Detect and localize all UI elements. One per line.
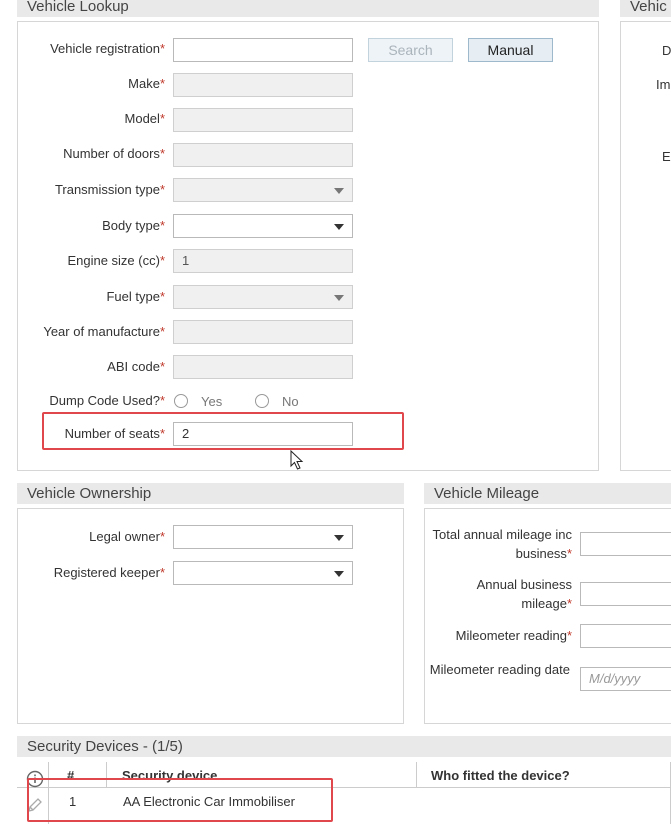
- doors-label: Number of doors*: [63, 146, 165, 161]
- doors-input[interactable]: [173, 143, 353, 167]
- transmission-select[interactable]: [173, 178, 353, 202]
- engine-size-input[interactable]: 1: [173, 249, 353, 273]
- year-label: Year of manufacture*: [43, 324, 165, 339]
- total-annual-mileage-label: Total annual mileage inc business*: [432, 527, 572, 561]
- abi-code-input[interactable]: [173, 355, 353, 379]
- right-fragment-label: Im: [656, 77, 671, 92]
- security-row-highlight: [27, 778, 333, 822]
- search-button[interactable]: Search: [368, 38, 453, 62]
- model-input[interactable]: [173, 108, 353, 132]
- annual-business-mileage-label: Annual business mileage*: [476, 577, 572, 611]
- section-title: Vehicle Mileage: [434, 485, 540, 502]
- fuel-type-select[interactable]: [173, 285, 353, 309]
- mouse-cursor-icon: [290, 450, 304, 470]
- manual-button[interactable]: Manual: [468, 38, 553, 62]
- total-annual-mileage-input[interactable]: [580, 532, 671, 556]
- fuel-type-label: Fuel type*: [106, 289, 165, 304]
- section-title: Vehic: [630, 0, 667, 15]
- transmission-label: Transmission type*: [54, 182, 165, 197]
- mileometer-date-input[interactable]: M/d/yyyy: [580, 667, 671, 691]
- make-input[interactable]: [173, 73, 353, 97]
- legal-owner-label: Legal owner*: [89, 529, 165, 544]
- make-label: Make*: [128, 76, 165, 91]
- mileometer-reading-label: Mileometer reading*: [455, 628, 572, 643]
- dump-no-label: No: [282, 394, 299, 409]
- dump-yes-label: Yes: [201, 394, 223, 409]
- mileometer-reading-input[interactable]: [580, 624, 671, 648]
- body-type-label: Body type*: [102, 218, 165, 233]
- seats-highlight: [42, 412, 404, 450]
- vehicle-registration-input[interactable]: [173, 38, 353, 62]
- dump-no-radio[interactable]: [255, 394, 269, 408]
- right-fragment-label: D: [662, 43, 671, 58]
- body-type-select[interactable]: [173, 214, 353, 238]
- section-header-vehicle-right: Vehic: [620, 0, 671, 17]
- annual-business-mileage-input[interactable]: [580, 582, 671, 606]
- dump-yes-radio[interactable]: [174, 394, 188, 408]
- engine-size-label: Engine size (cc)*: [67, 253, 165, 268]
- abi-code-label: ABI code*: [107, 359, 165, 374]
- dump-code-label: Dump Code Used?*: [49, 393, 165, 408]
- column-divider: [416, 762, 417, 788]
- section-title: Security Devices - (1/5): [27, 738, 183, 755]
- section-title: Vehicle Lookup: [27, 0, 129, 15]
- registered-keeper-select[interactable]: [173, 561, 353, 585]
- legal-owner-select[interactable]: [173, 525, 353, 549]
- section-header-vehicle-mileage: Vehicle Mileage: [424, 483, 671, 504]
- right-fragment-label: E: [662, 149, 671, 164]
- vehicle-registration-label: Vehicle registration*: [50, 41, 165, 56]
- registered-keeper-label: Registered keeper*: [53, 565, 165, 580]
- section-header-vehicle-lookup: Vehicle Lookup: [17, 0, 599, 17]
- section-header-security-devices: Security Devices - (1/5): [17, 736, 671, 757]
- year-input[interactable]: [173, 320, 353, 344]
- section-header-vehicle-ownership: Vehicle Ownership: [17, 483, 404, 504]
- column-header-who-fitted: Who fitted the device?: [431, 768, 570, 783]
- mileometer-date-label: Mileometer reading date: [429, 662, 570, 677]
- section-title: Vehicle Ownership: [27, 485, 152, 502]
- model-label: Model*: [124, 111, 165, 126]
